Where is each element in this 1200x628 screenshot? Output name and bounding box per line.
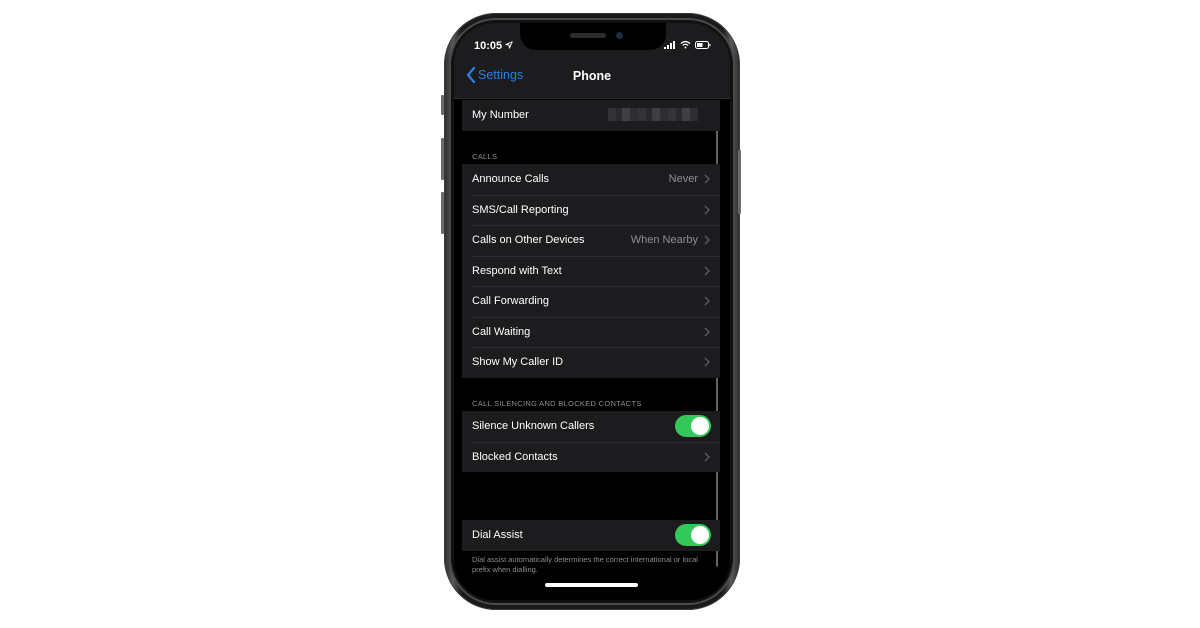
my-number-value-redacted (608, 108, 698, 121)
call-forwarding-row[interactable]: Call Forwarding (462, 286, 720, 317)
volume-up-button (441, 138, 444, 180)
row-label: Calls on Other Devices (472, 234, 585, 247)
page-title: Phone (572, 69, 612, 83)
chevron-right-icon (704, 296, 710, 306)
volume-down-button (441, 192, 444, 234)
silence-unknown-callers-row: Silence Unknown Callers (462, 411, 720, 442)
row-label: Dial Assist (472, 529, 523, 542)
silencing-group: Silence Unknown Callers Blocked Contacts (462, 411, 720, 472)
chevron-right-icon (704, 266, 710, 276)
row-value: Never (668, 173, 698, 186)
silent-switch (441, 95, 444, 115)
show-my-caller-id-row[interactable]: Show My Caller ID (462, 347, 720, 378)
calls-group: Announce Calls Never SMS/Call Reporting … (462, 164, 720, 378)
chevron-right-icon (704, 452, 710, 462)
wifi-icon (680, 40, 691, 49)
battery-icon (695, 41, 711, 49)
dial-assist-footer: Dial assist automatically determines the… (472, 555, 698, 574)
dial-assist-row: Dial Assist (462, 520, 720, 551)
blocked-contacts-row[interactable]: Blocked Contacts (462, 441, 720, 473)
row-label: SMS/Call Reporting (472, 203, 569, 216)
silence-unknown-callers-toggle[interactable] (675, 415, 711, 438)
row-label: Call Waiting (472, 325, 531, 338)
announce-calls-row[interactable]: Announce Calls Never (462, 164, 720, 195)
row-label: Respond with Text (472, 264, 562, 277)
status-time: 10:05 (474, 40, 503, 52)
sms-call-reporting-row[interactable]: SMS/Call Reporting (462, 194, 720, 226)
row-label: Call Forwarding (472, 295, 550, 308)
silencing-section-header: CALL SILENCING AND BLOCKED CONTACTS (472, 399, 642, 408)
side-button (738, 150, 741, 214)
home-indicator[interactable] (545, 583, 638, 587)
calls-on-other-devices-row[interactable]: Calls on Other Devices When Nearby (462, 225, 720, 256)
row-label: Blocked Contacts (472, 450, 558, 463)
chevron-right-icon (704, 174, 710, 184)
row-label: Announce Calls (472, 173, 550, 186)
toggle-knob (691, 417, 709, 436)
chevron-right-icon (704, 205, 710, 215)
navigation-bar: Settings Phone (454, 59, 730, 99)
row-value: When Nearby (630, 234, 698, 247)
settings-list: My Number CALLS Announce Calls Never SMS… (454, 100, 730, 600)
respond-with-text-row[interactable]: Respond with Text (462, 255, 720, 287)
calls-section-header: CALLS (472, 152, 498, 161)
dial-assist-group: Dial Assist (462, 520, 720, 551)
chevron-right-icon (704, 327, 710, 337)
chevron-right-icon (704, 235, 710, 245)
chevron-right-icon (704, 357, 710, 367)
row-label: Silence Unknown Callers (472, 420, 595, 433)
front-camera (616, 32, 623, 39)
phone-screen: 10:05 Settings Phone My Number CALLS Ann… (454, 23, 730, 600)
my-number-row[interactable]: My Number (462, 100, 720, 131)
cellular-signal-icon (664, 41, 675, 49)
call-waiting-row[interactable]: Call Waiting (462, 316, 720, 348)
my-number-group: My Number (462, 100, 720, 131)
toggle-knob (691, 526, 709, 545)
notch (520, 23, 666, 50)
location-arrow-icon (505, 41, 513, 49)
dial-assist-toggle[interactable] (675, 524, 711, 547)
row-label: Show My Caller ID (472, 356, 564, 369)
earpiece-speaker (570, 33, 606, 38)
